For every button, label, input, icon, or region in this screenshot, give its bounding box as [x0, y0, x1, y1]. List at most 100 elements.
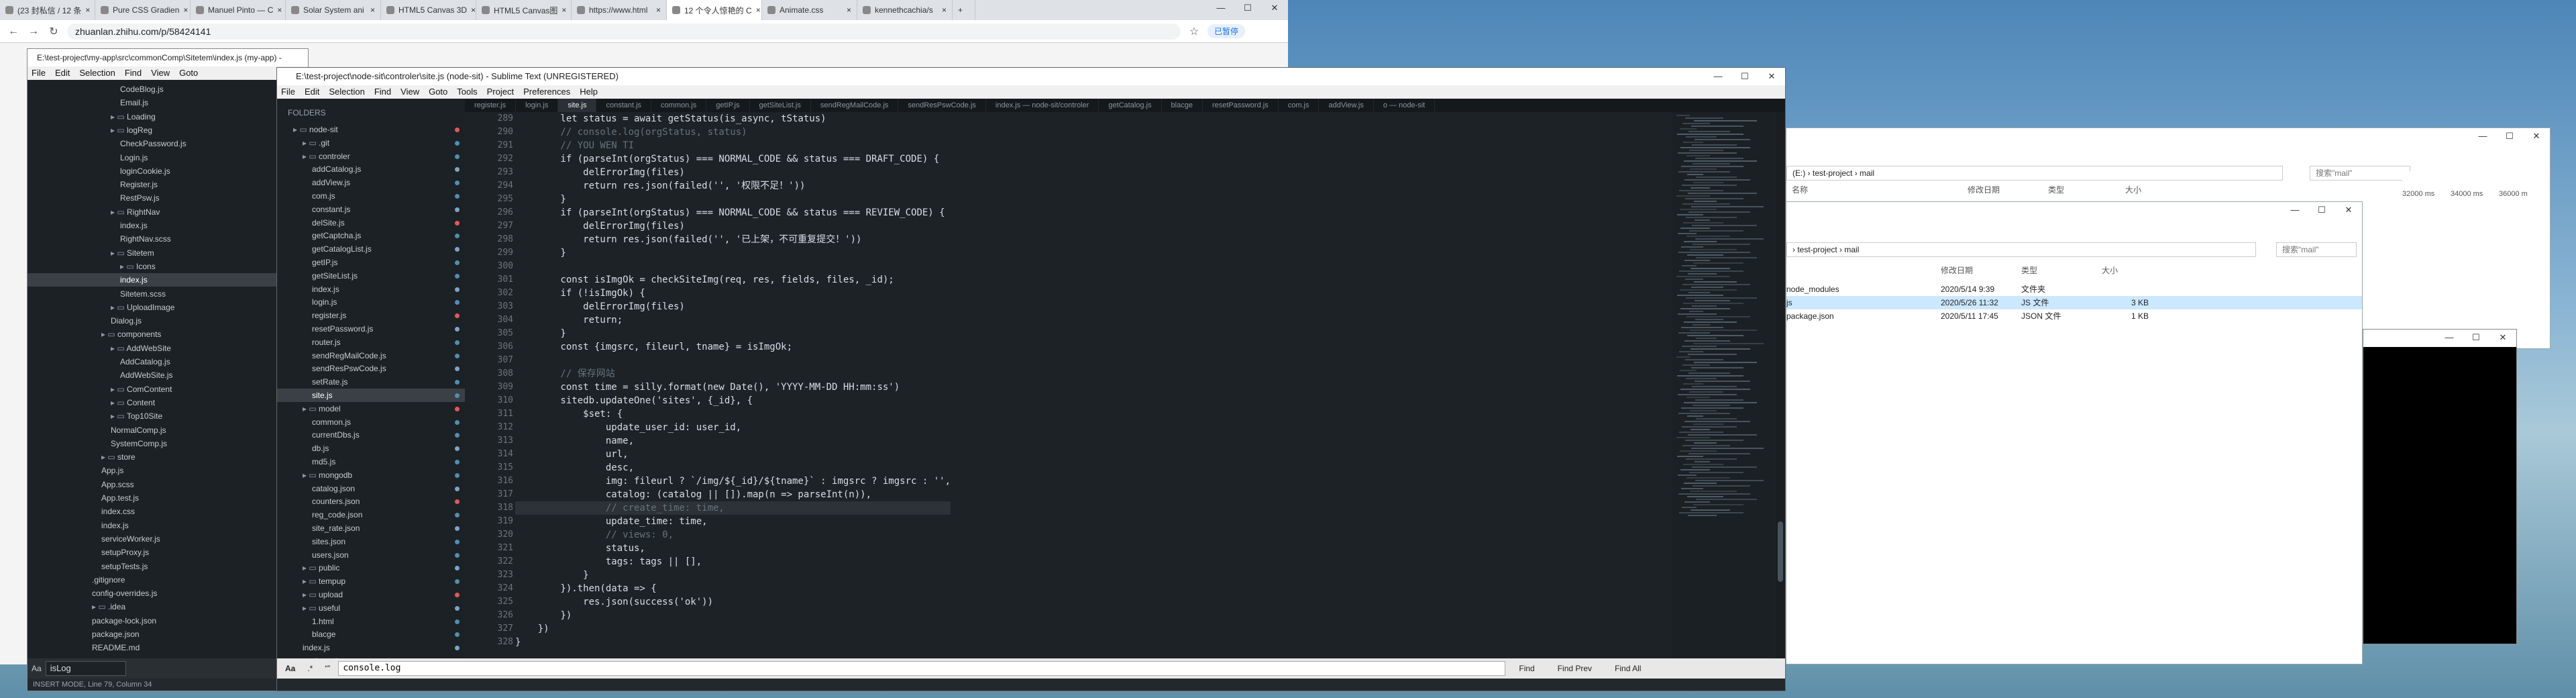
tree-file[interactable]: catalog.json — [277, 482, 465, 495]
tree-file[interactable]: setRate.js — [277, 375, 465, 389]
tree-file[interactable]: com.js — [277, 189, 465, 203]
tree-file[interactable]: getCaptcha.js — [277, 229, 465, 242]
menu-item[interactable]: Project — [487, 85, 514, 99]
tree-file[interactable]: addCatalog.js — [277, 162, 465, 176]
file-tab[interactable]: register.js — [465, 99, 517, 112]
path-segment[interactable]: (E:) — [1792, 168, 1805, 178]
tree-file[interactable]: CheckPassword.js — [28, 137, 308, 150]
code-line[interactable]: return res.json(failed('', '权限不足！')) — [515, 179, 951, 193]
code-line[interactable]: tags: tags || [], — [515, 555, 951, 568]
editor-scrollbar[interactable] — [1776, 112, 1785, 658]
browser-tab[interactable]: 12 个令人惊艳的 C × — [667, 0, 762, 20]
file-tab[interactable]: addView.js — [1319, 99, 1374, 112]
code-line[interactable]: }) — [515, 609, 951, 622]
close-tab-icon[interactable]: × — [471, 5, 476, 15]
menu-item[interactable]: Selection — [329, 85, 364, 99]
menu-item[interactable]: Help — [580, 85, 598, 99]
tree-folder[interactable]: ▸ ▭ Icons — [28, 260, 308, 273]
tree-folder[interactable]: ▸ ▭ RightNav — [28, 205, 308, 219]
tree-folder[interactable]: ▸ ▭ ComContent — [28, 383, 308, 396]
maximize-icon[interactable]: ☐ — [2463, 330, 2489, 346]
file-tab[interactable]: getCatalog.js — [1099, 99, 1162, 112]
tree-file[interactable]: Email.js — [28, 96, 308, 109]
code-line[interactable]: sitedb.updateOne('sites', {_id}, { — [515, 394, 951, 407]
browser-tab[interactable]: Manuel Pinto — C × — [191, 0, 286, 20]
tree-folder[interactable]: ▸ ▭ store — [28, 450, 308, 464]
tree-file[interactable]: AddCatalog.js — [28, 355, 308, 368]
tree-folder[interactable]: ▸ ▭ controler — [277, 150, 465, 163]
whole-word-icon[interactable]: “” — [321, 664, 334, 673]
tree-file[interactable]: SystemComp.js — [28, 437, 308, 450]
tree-file[interactable]: AddWebSite.js — [28, 368, 308, 382]
path-segment[interactable]: test-project — [1797, 245, 1837, 254]
maximize-icon[interactable]: ☐ — [2496, 128, 2523, 144]
tree-folder[interactable]: ▸ ▭ Top10Site — [28, 409, 308, 423]
code-line[interactable]: name, — [515, 434, 951, 448]
tree-file[interactable]: index.css — [28, 505, 308, 518]
menu-item[interactable]: Find — [374, 85, 391, 99]
tree-file[interactable]: reg_code.json — [277, 508, 465, 521]
column-type[interactable]: 类型 — [2021, 264, 2037, 277]
tree-file[interactable]: loginCookie.js — [28, 164, 308, 178]
code-line[interactable]: } — [515, 246, 951, 260]
code-line[interactable]: if (parseInt(orgStatus) === NORMAL_CODE … — [515, 206, 951, 219]
code-line[interactable]: delErrorImg(files) — [515, 300, 951, 313]
close-tab-icon[interactable]: × — [277, 5, 282, 15]
file-row[interactable]: js 2020/5/26 11:32 JS 文件 3 KB — [1786, 296, 2362, 309]
tree-file[interactable]: getCatalogList.js — [277, 242, 465, 256]
tree-folder[interactable]: ▸ ▭ node-sit — [277, 123, 465, 136]
file-tab[interactable]: getIP.js — [706, 99, 750, 112]
code-line[interactable]: // 保存网站 — [515, 367, 951, 381]
minimize-icon[interactable]: — — [1705, 68, 1731, 85]
path-segment[interactable]: mail — [1844, 245, 1859, 254]
column-type[interactable]: 类型 — [2048, 183, 2064, 197]
file-tab[interactable]: constant.js — [596, 99, 652, 112]
browser-tab[interactable]: Animate.css × — [762, 0, 857, 20]
menu-item[interactable]: Find — [125, 66, 142, 80]
tree-file[interactable]: db.js — [277, 442, 465, 455]
code-line[interactable]: $set: { — [515, 407, 951, 421]
tree-file[interactable]: index.js — [277, 641, 465, 654]
path-bar[interactable]: (E:) › test-project › mail — [1786, 166, 2283, 181]
case-toggle[interactable]: Aa — [281, 664, 299, 673]
code-line[interactable]: update_time: time, — [515, 515, 951, 528]
code-line[interactable]: let status = await getStatus(is_async, t… — [515, 112, 951, 126]
tree-file[interactable]: addView.js — [277, 176, 465, 189]
tree-file[interactable]: site_rate.json — [277, 521, 465, 535]
tree-folder[interactable]: ▸ ▭ public — [277, 561, 465, 575]
tree-file[interactable]: currentDbs.js — [277, 428, 465, 442]
tree-folder[interactable]: ▸ ▭ .idea — [28, 600, 308, 613]
code-line[interactable]: } — [515, 193, 951, 206]
code-line[interactable]: status, — [515, 542, 951, 555]
tree-file[interactable]: setupTests.js — [28, 560, 308, 573]
tree-file[interactable]: README.md — [28, 641, 308, 654]
file-row[interactable]: node_modules 2020/5/14 9:39 文件夹 — [1786, 283, 2362, 296]
file-row[interactable]: package.json 2020/5/11 17:45 JSON 文件 1 KB — [1786, 309, 2362, 323]
code-line[interactable]: res.json(success('ok')) — [515, 595, 951, 609]
tree-file[interactable]: counters.json — [277, 495, 465, 508]
file-tab[interactable]: sendResPswCode.js — [898, 99, 986, 112]
code-line[interactable]: const {imgsrc, fileurl, tname} = isImgOk… — [515, 340, 951, 354]
search-input[interactable]: 搜索"mail" — [2276, 242, 2357, 257]
code-line[interactable]: img: fileurl ? `/img/${_id}/${tname}` : … — [515, 475, 951, 488]
close-icon[interactable]: ✕ — [2335, 202, 2362, 218]
menu-item[interactable]: Preferences — [523, 85, 570, 99]
tree-file[interactable]: register.js — [277, 309, 465, 322]
tree-file[interactable]: login.js — [277, 295, 465, 309]
tree-folder[interactable]: ▸ ▭ mongodb — [277, 468, 465, 482]
code-area[interactable]: let status = await getStatus(is_async, t… — [515, 112, 951, 649]
browser-tab[interactable]: (23 封私信 / 12 条 × — [0, 0, 95, 20]
file-tab[interactable]: o — node-sit — [1374, 99, 1436, 112]
tree-folder[interactable]: ▸ ▭ Loading — [28, 110, 308, 123]
minimize-icon[interactable]: — — [2469, 128, 2496, 144]
maximize-icon[interactable]: ☐ — [1731, 68, 1758, 85]
regex-toggle-icon[interactable]: .* — [303, 664, 317, 673]
code-line[interactable]: desc, — [515, 461, 951, 475]
close-icon[interactable]: ✕ — [1758, 68, 1785, 85]
code-line[interactable]: // YOU WEN TI — [515, 139, 951, 152]
paused-badge[interactable]: 已暂停 — [1208, 24, 1246, 38]
code-line[interactable] — [515, 260, 951, 273]
code-line[interactable]: } — [515, 568, 951, 582]
file-tab[interactable]: site.js — [558, 99, 597, 112]
close-icon[interactable]: ✕ — [2489, 330, 2516, 346]
